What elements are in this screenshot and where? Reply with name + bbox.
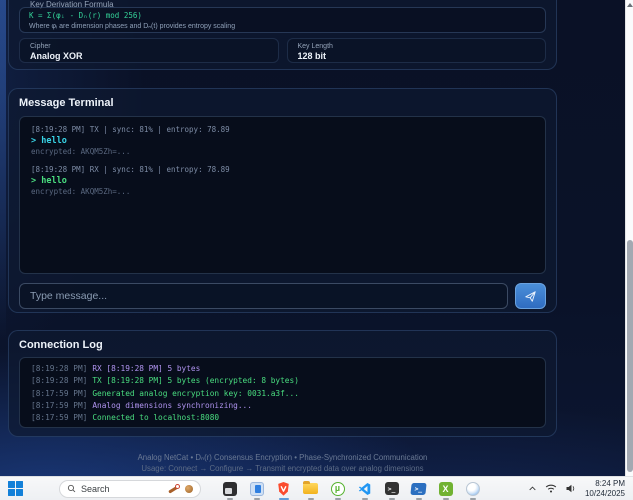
terminal-output: [8:19:28 PM] TX | sync: 81% | entropy: 7… bbox=[19, 116, 546, 274]
log-timestamp: [8:17:59 PM] bbox=[31, 401, 87, 410]
start-button[interactable] bbox=[8, 481, 23, 496]
cipher-info-row: Cipher Analog XOR Key Length 128 bit bbox=[19, 38, 546, 63]
key-length-label: Key Length bbox=[298, 42, 536, 51]
log-text: TX [8:19:28 PM] 5 bytes (encrypted: 8 by… bbox=[92, 376, 299, 385]
search-icon bbox=[67, 484, 76, 493]
message-encrypted: encrypted: AKQM5Zh=... bbox=[31, 147, 534, 157]
log-timestamp: [8:19:28 PM] bbox=[31, 376, 87, 385]
key-derivation-formula: K = Σ(φᵢ - Dₙ(r) mod 256) bbox=[29, 11, 536, 21]
baseball-bat-icon bbox=[168, 484, 180, 494]
vertical-scrollbar[interactable] bbox=[625, 0, 633, 476]
log-entry: [8:17:59 PM] Analog dimensions synchroniz… bbox=[31, 400, 534, 412]
log-entry: [8:17:59 PM] Generated analog encryption … bbox=[31, 388, 534, 400]
message-terminal-panel: Message Terminal [8:19:28 PM] TX | sync:… bbox=[8, 88, 557, 313]
baseball-glove-icon bbox=[185, 485, 193, 493]
cipher-label: Cipher bbox=[30, 42, 268, 51]
log-text: RX [8:19:28 PM] 5 bytes bbox=[92, 364, 200, 373]
scroll-up-arrow-icon[interactable] bbox=[627, 3, 633, 7]
message-terminal-title: Message Terminal bbox=[19, 96, 546, 110]
log-text: Generated analog encryption key: 0031.a3… bbox=[92, 389, 299, 398]
terminal-icon[interactable]: >_ bbox=[383, 477, 400, 500]
log-text: Analog dimensions synchronizing... bbox=[92, 401, 252, 410]
analog-netcat-app: Key Derivation Formula K = Σ(φᵢ - Dₙ(r) … bbox=[0, 0, 625, 476]
round-app-icon[interactable] bbox=[464, 477, 481, 500]
vscode-icon[interactable] bbox=[356, 477, 373, 500]
taskbar-clock[interactable]: 8:24 PM 10/24/2025 bbox=[585, 479, 625, 498]
send-button[interactable] bbox=[515, 283, 546, 309]
brave-browser-icon[interactable] bbox=[275, 477, 292, 500]
volume-icon[interactable] bbox=[565, 483, 577, 494]
powershell-icon[interactable]: >_ bbox=[410, 477, 427, 500]
key-length-value: 128 bit bbox=[298, 51, 536, 62]
cipher-card: Cipher Analog XOR bbox=[19, 38, 279, 63]
windows-taskbar: Search µ >_ >_ X bbox=[0, 476, 633, 500]
connection-log-title: Connection Log bbox=[19, 338, 546, 352]
connection-log-output: [8:19:28 PM] RX [8:19:28 PM] 5 bytes [8:1… bbox=[19, 357, 546, 428]
file-explorer-icon[interactable] bbox=[302, 477, 319, 500]
desktop-screen: Key Derivation Formula K = Σ(φᵢ - Dₙ(r) … bbox=[0, 0, 633, 500]
log-timestamp: [8:19:28 PM] bbox=[31, 364, 87, 373]
sharex-icon[interactable]: X bbox=[437, 477, 454, 500]
message-encrypted: encrypted: AKQM5Zh=... bbox=[31, 187, 534, 197]
log-entry: [8:19:28 PM] TX [8:19:28 PM] 5 bytes (enc… bbox=[31, 375, 534, 387]
system-tray: 8:24 PM 10/24/2025 bbox=[528, 479, 625, 498]
log-text: Connected to localhost:8080 bbox=[92, 413, 219, 422]
footer-usage: Usage: Connect → Configure → Transmit en… bbox=[8, 463, 557, 474]
scrollbar-thumb[interactable] bbox=[627, 240, 633, 472]
log-timestamp: [8:17:59 PM] bbox=[31, 389, 87, 398]
clock-date: 10/24/2025 bbox=[585, 489, 625, 499]
log-entry: [8:17:59 PM] Connected to localhost:8080 bbox=[31, 412, 534, 424]
log-timestamp: [8:17:59 PM] bbox=[31, 413, 87, 422]
encryption-panel: Key Derivation Formula K = Σ(φᵢ - Dₙ(r) … bbox=[8, 0, 557, 70]
search-placeholder: Search bbox=[81, 484, 110, 494]
key-derivation-formula-box: K = Σ(φᵢ - Dₙ(r) mod 256) Where φᵢ are d… bbox=[19, 7, 546, 33]
message-input[interactable] bbox=[19, 283, 508, 309]
message-meta: [8:19:28 PM] TX | sync: 81% | entropy: 7… bbox=[31, 125, 534, 135]
wifi-icon[interactable] bbox=[545, 483, 557, 494]
app-footer: Analog NetCat • Dₙ(r) Consensus Encrypti… bbox=[8, 452, 557, 474]
cipher-value: Analog XOR bbox=[30, 51, 268, 62]
terminal-entry-tx: [8:19:28 PM] TX | sync: 81% | entropy: 7… bbox=[31, 125, 534, 157]
footer-tagline: Analog NetCat • Dₙ(r) Consensus Encrypti… bbox=[8, 452, 557, 463]
message-text: > hello bbox=[31, 175, 534, 187]
message-text: > hello bbox=[31, 135, 534, 147]
utorrent-icon[interactable]: µ bbox=[329, 477, 346, 500]
key-derivation-note: Where φᵢ are dimension phases and Dₙ(t) … bbox=[29, 22, 536, 32]
message-meta: [8:19:28 PM] RX | sync: 81% | entropy: 7… bbox=[31, 165, 534, 175]
frame-app-icon[interactable] bbox=[248, 477, 265, 500]
taskbar-app-icons: µ >_ >_ X bbox=[221, 477, 481, 500]
paper-plane-icon bbox=[524, 290, 537, 303]
message-input-row bbox=[19, 283, 546, 309]
key-length-card: Key Length 128 bit bbox=[287, 38, 547, 63]
taskbar-search[interactable]: Search bbox=[59, 480, 201, 498]
clock-time: 8:24 PM bbox=[585, 479, 625, 489]
connection-log-panel: Connection Log [8:19:28 PM] RX [8:19:28 P… bbox=[8, 330, 557, 437]
windows-logo-icon bbox=[8, 481, 15, 488]
dark-app-icon[interactable] bbox=[221, 477, 238, 500]
terminal-entry-rx: [8:19:28 PM] RX | sync: 81% | entropy: 7… bbox=[31, 165, 534, 197]
tray-chevron-up-icon[interactable] bbox=[528, 484, 537, 493]
log-entry: [8:19:28 PM] RX [8:19:28 PM] 5 bytes bbox=[31, 363, 534, 375]
